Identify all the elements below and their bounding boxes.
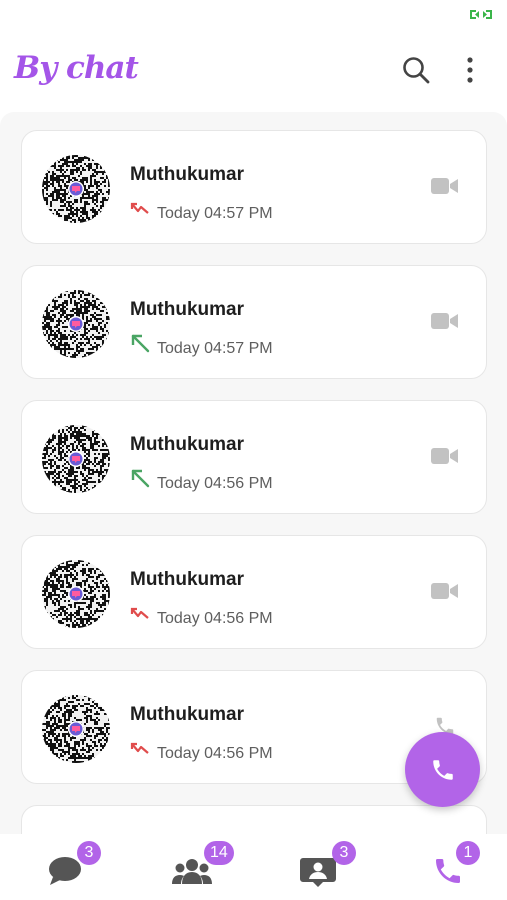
call-item[interactable]: Muthukumar Today 04:56 PM bbox=[21, 400, 487, 514]
search-icon bbox=[403, 57, 430, 84]
groups-badge: 14 bbox=[204, 841, 234, 865]
outgoing-call-icon bbox=[131, 334, 150, 353]
contact-name: Muthukumar bbox=[130, 299, 244, 320]
avatar-pattern bbox=[42, 290, 110, 358]
search-button[interactable] bbox=[398, 52, 434, 88]
app-header: By chat bbox=[0, 28, 507, 112]
chats-badge: 3 bbox=[77, 841, 101, 865]
call-list[interactable]: Muthukumar Today 04:57 PM Muthukumar Today … bbox=[0, 112, 507, 834]
video-call-icon bbox=[431, 448, 458, 464]
app-logo: By chat bbox=[14, 50, 139, 86]
avatar[interactable] bbox=[42, 560, 110, 628]
call-type-button[interactable] bbox=[430, 174, 460, 198]
outgoing-call-icon bbox=[131, 469, 150, 488]
chat-icon bbox=[49, 857, 81, 885]
avatar[interactable] bbox=[42, 290, 110, 358]
video-call-icon bbox=[431, 178, 458, 194]
avatar[interactable] bbox=[42, 695, 110, 763]
missed-call-icon bbox=[130, 742, 149, 754]
more-vert-icon bbox=[467, 57, 473, 83]
bottom-nav: 3 14 3 1 bbox=[0, 834, 507, 900]
nav-status[interactable]: 3 bbox=[288, 841, 356, 890]
status-bar bbox=[0, 0, 507, 28]
missed-call-icon bbox=[130, 607, 149, 619]
contact-name: Muthukumar bbox=[130, 569, 244, 590]
call-time: Today 04:56 PM bbox=[157, 475, 273, 492]
avatar-pattern bbox=[42, 560, 110, 628]
call-time: Today 04:56 PM bbox=[157, 745, 273, 762]
contact-name: Muthukumar bbox=[130, 704, 244, 725]
call-time: Today 04:56 PM bbox=[157, 610, 273, 627]
phone-icon bbox=[432, 759, 453, 780]
avatar[interactable] bbox=[42, 155, 110, 223]
nav-calls[interactable]: 1 bbox=[418, 841, 480, 890]
call-type-button[interactable] bbox=[430, 579, 460, 603]
avatar-pattern bbox=[42, 155, 110, 223]
new-call-fab[interactable] bbox=[405, 732, 480, 807]
status-icon bbox=[300, 858, 336, 887]
nav-chats[interactable]: 3 bbox=[35, 841, 101, 890]
calls-badge: 1 bbox=[456, 841, 480, 865]
contact-name: Muthukumar bbox=[130, 164, 244, 185]
avatar[interactable] bbox=[42, 425, 110, 493]
call-type-button[interactable] bbox=[430, 309, 460, 333]
avatar-pattern bbox=[42, 425, 110, 493]
video-call-icon bbox=[431, 583, 458, 599]
avatar-pattern bbox=[42, 695, 110, 763]
call-item[interactable]: Muthukumar Today 04:56 PM bbox=[21, 535, 487, 649]
call-item[interactable]: Muthukumar Today 04:57 PM bbox=[21, 265, 487, 379]
more-options-button[interactable] bbox=[452, 52, 488, 88]
nav-groups[interactable]: 14 bbox=[162, 841, 234, 890]
call-item[interactable] bbox=[21, 805, 487, 834]
call-time: Today 04:57 PM bbox=[157, 340, 273, 357]
missed-call-icon bbox=[130, 202, 149, 214]
status-badge: 3 bbox=[332, 841, 356, 865]
call-time: Today 04:57 PM bbox=[157, 205, 273, 222]
battery-icon bbox=[470, 10, 492, 19]
video-call-icon bbox=[431, 313, 458, 329]
call-type-button[interactable] bbox=[430, 444, 460, 468]
call-item[interactable]: Muthukumar Today 04:57 PM bbox=[21, 130, 487, 244]
contact-name: Muthukumar bbox=[130, 434, 244, 455]
